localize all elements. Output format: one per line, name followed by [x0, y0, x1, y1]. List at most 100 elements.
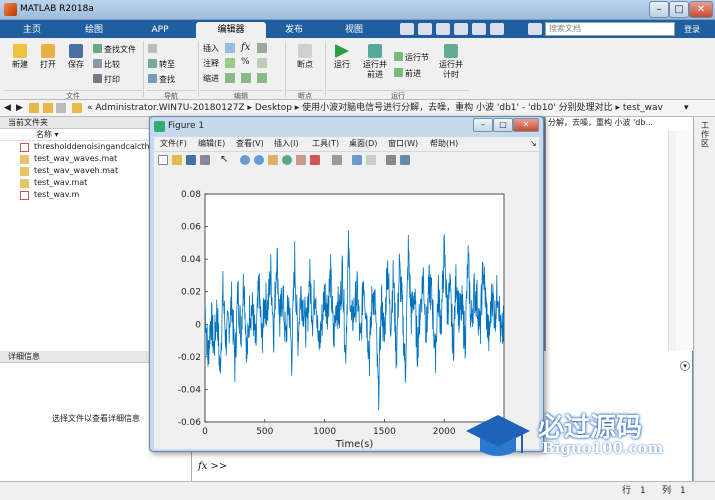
- figure-menu-help[interactable]: 帮助(H): [430, 137, 458, 151]
- pan-hand-icon[interactable]: [268, 155, 278, 165]
- wrap-comment-icon[interactable]: [257, 58, 267, 68]
- file-row[interactable]: test_wav_waveh.mat: [0, 165, 149, 177]
- new-figure-icon[interactable]: [158, 155, 168, 165]
- figure-menu-file[interactable]: 文件(F): [160, 137, 187, 151]
- indent-button[interactable]: 缩进: [203, 74, 219, 84]
- back-arrow-icon[interactable]: ◀: [4, 100, 11, 116]
- colorbar-icon[interactable]: [352, 155, 362, 165]
- name-column-header[interactable]: 名称 ▾: [0, 129, 149, 141]
- folder-path[interactable]: « Administrator.WIN7U-20180127Z ▸ Deskto…: [87, 100, 682, 116]
- figure-minimize-button[interactable]: –: [473, 118, 493, 132]
- x-tick-label: 1500: [373, 427, 396, 437]
- goto-button[interactable]: 转至: [148, 59, 175, 70]
- insert-cell-icon[interactable]: [257, 43, 267, 53]
- decrease-indent-icon[interactable]: [241, 73, 251, 83]
- tab-home[interactable]: 主页: [8, 22, 56, 38]
- link-plot-icon[interactable]: [332, 155, 342, 165]
- quick-access-cut-icon[interactable]: [418, 23, 432, 35]
- browse-folder-icon[interactable]: [43, 103, 53, 113]
- data-cursor-icon[interactable]: [296, 155, 306, 165]
- figure-window[interactable]: Figure 1 – □ ✕ 文件(F) 编辑(E) 查看(V) 插入(I) 工…: [149, 116, 544, 452]
- print-figure-icon[interactable]: [200, 155, 210, 165]
- new-button[interactable]: 新建: [8, 44, 32, 70]
- save-button[interactable]: 保存: [64, 44, 88, 70]
- insert-section-icon[interactable]: [225, 43, 235, 53]
- file-row[interactable]: thresholddenoisingandcalcth: [0, 141, 149, 153]
- show-plot-tools-icon[interactable]: [400, 155, 410, 165]
- comment-icon[interactable]: [225, 58, 235, 68]
- legend-icon[interactable]: [366, 155, 376, 165]
- open-button[interactable]: 打开: [36, 44, 60, 70]
- command-window-options-icon[interactable]: ▾: [680, 361, 690, 371]
- editor-tab-title[interactable]: 分解，去噪，重构 小波 'db...: [546, 117, 694, 129]
- path-dropdown-icon[interactable]: ▾: [684, 100, 689, 116]
- advance-button[interactable]: 前进: [394, 68, 421, 79]
- figure-menu-window[interactable]: 窗口(W): [388, 137, 418, 151]
- quick-access-save-icon[interactable]: [400, 23, 414, 35]
- smart-indent-icon[interactable]: [225, 73, 235, 83]
- editor-gutter: [676, 131, 692, 351]
- nav-back-button[interactable]: [148, 44, 159, 55]
- compare-button[interactable]: 比较: [93, 59, 120, 70]
- command-prompt[interactable]: fx >>: [198, 461, 227, 472]
- run-section-button[interactable]: 运行节: [394, 52, 429, 63]
- figure-menu-view[interactable]: 查看(V): [236, 137, 264, 151]
- rotate-3d-icon[interactable]: [282, 155, 292, 165]
- y-tick-label: 0.04: [181, 255, 201, 265]
- current-folder-panel: 当前文件夹 名称 ▾ thresholddenoisingandcalcth t…: [0, 117, 150, 351]
- quick-access-undo-icon[interactable]: [472, 23, 486, 35]
- insert-function-icon[interactable]: fx: [241, 42, 250, 53]
- breakpoint-button[interactable]: 断点: [290, 44, 320, 70]
- zoom-in-icon[interactable]: [240, 155, 250, 165]
- hide-plot-tools-icon[interactable]: [386, 155, 396, 165]
- workspace-collapsed-panel[interactable]: 工作区: [693, 117, 715, 481]
- figure-menu-insert[interactable]: 插入(I): [274, 137, 299, 151]
- up-folder-icon[interactable]: [29, 103, 39, 113]
- tab-editor[interactable]: 编辑器: [196, 22, 266, 38]
- search-documentation-input[interactable]: 搜索文档: [545, 22, 675, 36]
- quick-access-redo-icon[interactable]: [490, 23, 504, 35]
- tab-publish[interactable]: 发布: [270, 22, 318, 38]
- minimize-button[interactable]: –: [649, 1, 669, 18]
- tab-plots[interactable]: 绘图: [70, 22, 118, 38]
- run-and-advance-button[interactable]: 运行并 前进: [360, 44, 390, 80]
- brush-icon[interactable]: [310, 155, 320, 165]
- pointer-icon[interactable]: ↖: [220, 155, 230, 165]
- close-button[interactable]: ✕: [689, 1, 713, 18]
- figure-close-button[interactable]: ✕: [513, 118, 539, 132]
- percent-comment-icon[interactable]: %: [241, 57, 250, 67]
- file-row[interactable]: test_wav.m: [0, 189, 149, 201]
- quick-access-copy-icon[interactable]: [436, 23, 450, 35]
- insert-button[interactable]: 插入: [203, 44, 219, 54]
- forward-arrow-icon[interactable]: ▶: [16, 100, 23, 116]
- quick-access-paste-icon[interactable]: [454, 23, 468, 35]
- editor-scrollbar[interactable]: [668, 131, 676, 351]
- save-figure-icon[interactable]: [186, 155, 196, 165]
- figure-menu-dock-icon[interactable]: ↘: [530, 137, 537, 151]
- figure-maximize-button[interactable]: □: [493, 118, 513, 132]
- find-files-button[interactable]: 查找文件: [93, 44, 136, 55]
- folder-tools-icon[interactable]: [56, 103, 66, 113]
- tab-apps[interactable]: APP: [136, 22, 184, 38]
- figure-menu-desktop[interactable]: 桌面(D): [349, 137, 377, 151]
- run-and-time-button[interactable]: 运行并 计时: [436, 44, 466, 80]
- figure-menu-edit[interactable]: 编辑(E): [198, 137, 225, 151]
- help-icon[interactable]: [528, 23, 542, 35]
- increase-indent-icon[interactable]: [257, 73, 267, 83]
- comment-button[interactable]: 注释: [203, 59, 219, 69]
- maximize-button[interactable]: □: [669, 1, 689, 18]
- file-row[interactable]: test_wav_waves.mat: [0, 153, 149, 165]
- print-button[interactable]: 打印: [93, 74, 120, 85]
- login-link[interactable]: 登录: [684, 24, 700, 35]
- title-bar: MATLAB R2018a – □ ✕: [0, 0, 715, 20]
- tab-view[interactable]: 视图: [330, 22, 378, 38]
- x-tick-label: 500: [256, 427, 273, 437]
- zoom-out-icon[interactable]: [254, 155, 264, 165]
- open-file-icon[interactable]: [172, 155, 182, 165]
- group-edit-label: 编辑: [200, 90, 282, 100]
- run-button[interactable]: 运行: [330, 44, 354, 70]
- figure-menu-tools[interactable]: 工具(T): [312, 137, 339, 151]
- y-tick-label: 0: [195, 320, 201, 330]
- find-button[interactable]: 查找: [148, 74, 175, 85]
- file-row[interactable]: test_wav.mat: [0, 177, 149, 189]
